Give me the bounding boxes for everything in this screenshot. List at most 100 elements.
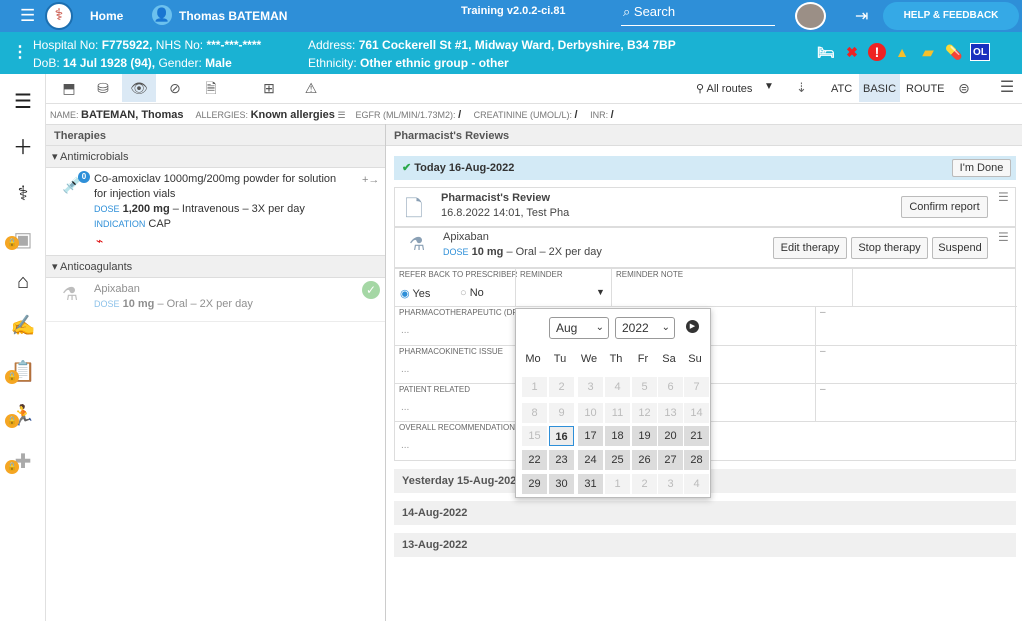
logout-icon[interactable]: ⇥ bbox=[855, 6, 868, 26]
suspend-button[interactable]: Suspend bbox=[932, 237, 988, 259]
day-cell[interactable]: 26 bbox=[632, 450, 657, 470]
radio-unchecked-icon[interactable]: ○ bbox=[460, 287, 467, 299]
day-cell[interactable]: 24 bbox=[578, 450, 603, 470]
review-meta: 16.8.2022 14:01, Test Pha bbox=[441, 207, 570, 219]
bed-icon[interactable]: 🛏 bbox=[816, 42, 836, 62]
pill-icon[interactable]: 💊 bbox=[944, 42, 964, 62]
alert-icons: 🛏 ✖ ! ▲ ▰ 💊 OL bbox=[816, 42, 990, 62]
search-icon: ⌕ bbox=[623, 4, 631, 19]
alert-icon[interactable]: ! bbox=[868, 43, 886, 61]
day-cell[interactable]: 17 bbox=[578, 426, 603, 446]
group-antimicrobials[interactable]: ▾ Antimicrobials bbox=[46, 146, 385, 168]
day-cell: 3 bbox=[658, 474, 683, 494]
dispense-icon[interactable]: ⛁ bbox=[86, 74, 120, 102]
yes-label: Yes bbox=[412, 288, 431, 300]
day-cell[interactable]: 31 bbox=[578, 474, 603, 494]
warning-icon[interactable]: ▲ bbox=[892, 42, 912, 62]
chevron-down-icon: ⌄ bbox=[595, 322, 604, 333]
allergies-value[interactable]: Known allergies bbox=[251, 109, 335, 121]
radio-checked-icon[interactable]: ◉ bbox=[400, 288, 410, 300]
patient-name-link[interactable]: Thomas BATEMAN bbox=[179, 9, 287, 23]
chevron-down-icon[interactable]: ▼ bbox=[596, 287, 605, 297]
day-cell[interactable]: 21 bbox=[684, 426, 709, 446]
day-14-aug[interactable]: 14-Aug-2022 bbox=[394, 501, 1016, 525]
routes-select[interactable]: ⚲ All routes bbox=[696, 82, 752, 95]
dose-label: DOSE bbox=[443, 247, 469, 257]
house-icon[interactable]: ⌂ bbox=[0, 262, 46, 302]
reminder-cell[interactable]: REMINDER ▼ bbox=[515, 269, 611, 306]
warning-outline-icon[interactable]: ⚠ bbox=[294, 74, 328, 102]
hamburger-menu-icon[interactable]: ☰ bbox=[20, 7, 35, 24]
day-cell: 3 bbox=[578, 377, 603, 397]
day-cell[interactable]: 19 bbox=[632, 426, 657, 446]
refer-yes[interactable]: ◉ Yes bbox=[400, 287, 430, 300]
nhs-number: ***-***-**** bbox=[206, 38, 262, 52]
menu-icon[interactable]: ☰ bbox=[998, 230, 1009, 244]
day-cell[interactable]: 30 bbox=[549, 474, 574, 494]
list-icon[interactable]: ☰ bbox=[0, 82, 46, 122]
therapy-item[interactable]: ⚗ Apixaban DOSE 10 mg – Oral – 2X per da… bbox=[46, 278, 385, 322]
add-icon[interactable]: ＋ bbox=[0, 128, 46, 168]
pharmaco-label: PHARMACOTHERAPEUTIC (DR bbox=[399, 308, 519, 317]
home-link[interactable]: Home bbox=[90, 9, 123, 23]
ethnicity-value: Other ethnic group - other bbox=[360, 56, 509, 70]
chevron-down-icon[interactable]: ▼ bbox=[764, 81, 774, 92]
year-select[interactable]: 2022 ⌄ bbox=[615, 317, 675, 339]
day-cell[interactable]: 22 bbox=[522, 450, 547, 470]
sort-icon[interactable]: ⇣ bbox=[796, 80, 807, 96]
layers-icon[interactable]: ⊜ bbox=[947, 74, 981, 102]
next-month-icon[interactable]: ▶ bbox=[686, 320, 699, 333]
stop-therapy-button[interactable]: Stop therapy bbox=[851, 237, 928, 259]
day-cell[interactable]: 25 bbox=[605, 450, 630, 470]
signature-icon[interactable]: ✍ bbox=[0, 306, 46, 346]
day-cell: 4 bbox=[684, 474, 709, 494]
review-eye-icon[interactable]: 👁 bbox=[122, 74, 156, 102]
day-cell[interactable]: 27 bbox=[658, 450, 683, 470]
indication-label: INDICATION bbox=[94, 219, 146, 229]
search-placeholder: Search bbox=[633, 4, 676, 19]
user-avatar[interactable] bbox=[795, 2, 826, 30]
confirm-report-button[interactable]: Confirm report bbox=[901, 196, 988, 218]
compass-icon[interactable]: ⊘ bbox=[158, 74, 192, 102]
day-cell[interactable]: 18 bbox=[605, 426, 630, 446]
refer-no[interactable]: ○ No bbox=[460, 287, 484, 299]
day-cell[interactable]: 20 bbox=[658, 426, 683, 446]
therapy-dose-line: DOSE 10 mg – Oral – 2X per day bbox=[94, 297, 253, 312]
day-cell[interactable]: 29 bbox=[522, 474, 547, 494]
switch-arrow-icon[interactable]: +→ bbox=[362, 174, 379, 186]
ol-badge[interactable]: OL bbox=[970, 43, 990, 61]
menu-icon[interactable]: ☰ bbox=[998, 190, 1009, 204]
group-anticoagulants[interactable]: ▾ Anticoagulants bbox=[46, 256, 385, 278]
allergies-label: ALLERGIES: bbox=[195, 110, 249, 120]
report-icon[interactable]: ⊞ bbox=[252, 74, 286, 102]
day-cell: 9 bbox=[549, 403, 574, 423]
im-done-button[interactable]: I'm Done bbox=[952, 159, 1011, 177]
cross-icon[interactable]: ✖ bbox=[842, 42, 862, 62]
menu-icon[interactable]: ☰ bbox=[990, 74, 1022, 102]
help-feedback-button[interactable]: HELP & FEEDBACK bbox=[883, 2, 1019, 30]
edit-therapy-button[interactable]: Edit therapy bbox=[773, 237, 847, 259]
selected-day[interactable]: 16 bbox=[549, 426, 574, 446]
month-select[interactable]: Aug ⌄ bbox=[549, 317, 609, 339]
app-logo[interactable]: ⚕ bbox=[45, 2, 73, 30]
pill-view-icon[interactable]: ⬒ bbox=[52, 74, 86, 102]
ethnicity-label: Ethnicity: bbox=[308, 56, 357, 70]
tab-route[interactable]: ROUTE bbox=[902, 74, 949, 102]
day-13-aug[interactable]: 13-Aug-2022 bbox=[394, 533, 1016, 557]
stethoscope-icon[interactable]: ⚕ bbox=[0, 174, 46, 214]
document-icon[interactable]: 🗎 bbox=[194, 74, 228, 102]
notes-icon[interactable]: ▰ bbox=[918, 42, 938, 62]
search-input[interactable]: ⌕ Search bbox=[621, 4, 775, 26]
tab-atc[interactable]: ATC bbox=[827, 74, 856, 102]
therapy-item[interactable]: 💉 0 Co-amoxiclav 1000mg/200mg powder for… bbox=[46, 168, 385, 256]
day-today[interactable]: ✔ Today 16-Aug-2022 bbox=[394, 156, 1016, 180]
tab-basic[interactable]: BASIC bbox=[859, 74, 901, 102]
day-cell: 15 bbox=[522, 426, 547, 446]
more-vertical-icon[interactable]: ⋮ bbox=[12, 42, 28, 62]
month-value: Aug bbox=[556, 321, 578, 335]
therapy-indication-line: INDICATION CAP bbox=[94, 217, 349, 232]
list-small-icon[interactable]: ☰ bbox=[337, 110, 345, 120]
reminder-note-cell[interactable]: REMINDER NOTE bbox=[611, 269, 853, 306]
day-cell[interactable]: 28 bbox=[684, 450, 709, 470]
day-cell[interactable]: 23 bbox=[549, 450, 574, 470]
